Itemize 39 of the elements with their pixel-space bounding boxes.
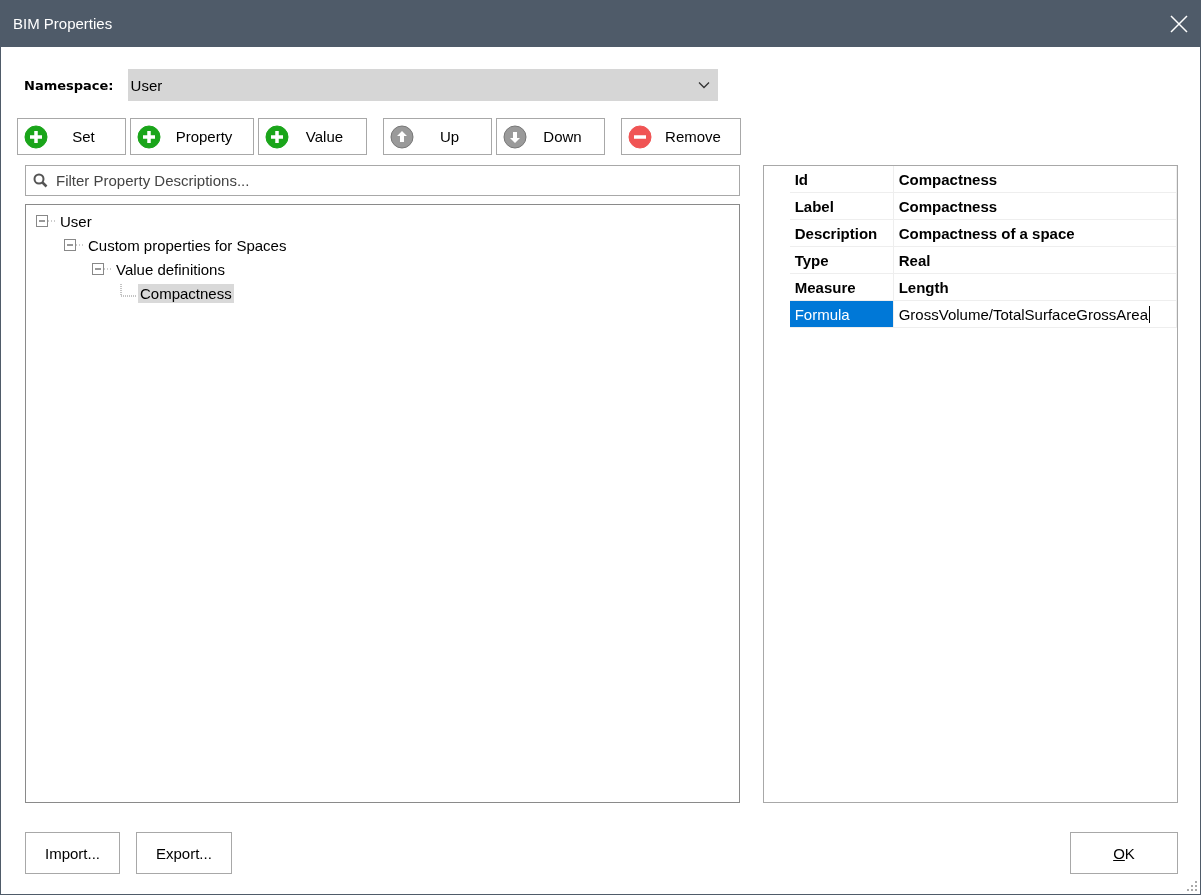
minus-icon xyxy=(628,124,652,149)
chevron-down-icon xyxy=(697,81,710,89)
window-title: BIM Properties xyxy=(13,15,113,32)
namespace-dropdown[interactable]: User xyxy=(127,69,718,101)
filter-field[interactable]: Filter Property Descriptions... xyxy=(25,165,740,196)
toolbar-button[interactable]: Set xyxy=(17,118,126,155)
tree-item[interactable]: Custom properties for Spaces xyxy=(86,235,289,255)
footer-button[interactable]: Import... xyxy=(25,832,120,874)
property-value[interactable]: Length xyxy=(893,274,1177,301)
namespace-label: Namespace: xyxy=(24,77,114,93)
toolbar-button[interactable]: Property xyxy=(130,118,254,155)
property-key[interactable]: Type xyxy=(789,247,894,274)
property-value[interactable]: GrossVolume/TotalSurfaceGrossArea xyxy=(893,301,1177,328)
property-value[interactable]: Compactness xyxy=(893,193,1177,220)
property-value[interactable]: Real xyxy=(893,247,1177,274)
toolbar-button[interactable]: Remove xyxy=(621,118,741,155)
property-key[interactable]: Label xyxy=(789,193,894,220)
plus-icon xyxy=(137,124,161,149)
ok-button[interactable]: OK xyxy=(1070,832,1178,874)
footer-button[interactable]: Export... xyxy=(136,832,232,874)
plus-icon xyxy=(265,124,289,149)
tree-item[interactable]: Compactness xyxy=(138,283,234,303)
collapse-icon[interactable] xyxy=(92,263,112,275)
property-key[interactable]: Description xyxy=(789,220,894,247)
property-key[interactable]: Formula xyxy=(789,301,894,328)
property-key[interactable]: Id xyxy=(789,166,894,193)
toolbar-button[interactable]: Down xyxy=(496,118,605,155)
resize-grip-icon[interactable] xyxy=(1186,880,1198,892)
collapse-icon[interactable] xyxy=(64,239,84,251)
close-icon[interactable] xyxy=(1170,14,1188,33)
tree-item[interactable]: Value definitions xyxy=(114,259,227,279)
plus-icon xyxy=(24,124,48,149)
toolbar-button[interactable]: Value xyxy=(258,118,367,155)
property-value[interactable]: Compactness xyxy=(893,166,1177,193)
tree-item[interactable]: User xyxy=(58,211,94,231)
collapse-icon[interactable] xyxy=(36,215,56,227)
toolbar-button[interactable]: Up xyxy=(383,118,492,155)
property-value[interactable]: Compactness of a space xyxy=(893,220,1177,247)
search-icon xyxy=(33,173,48,188)
